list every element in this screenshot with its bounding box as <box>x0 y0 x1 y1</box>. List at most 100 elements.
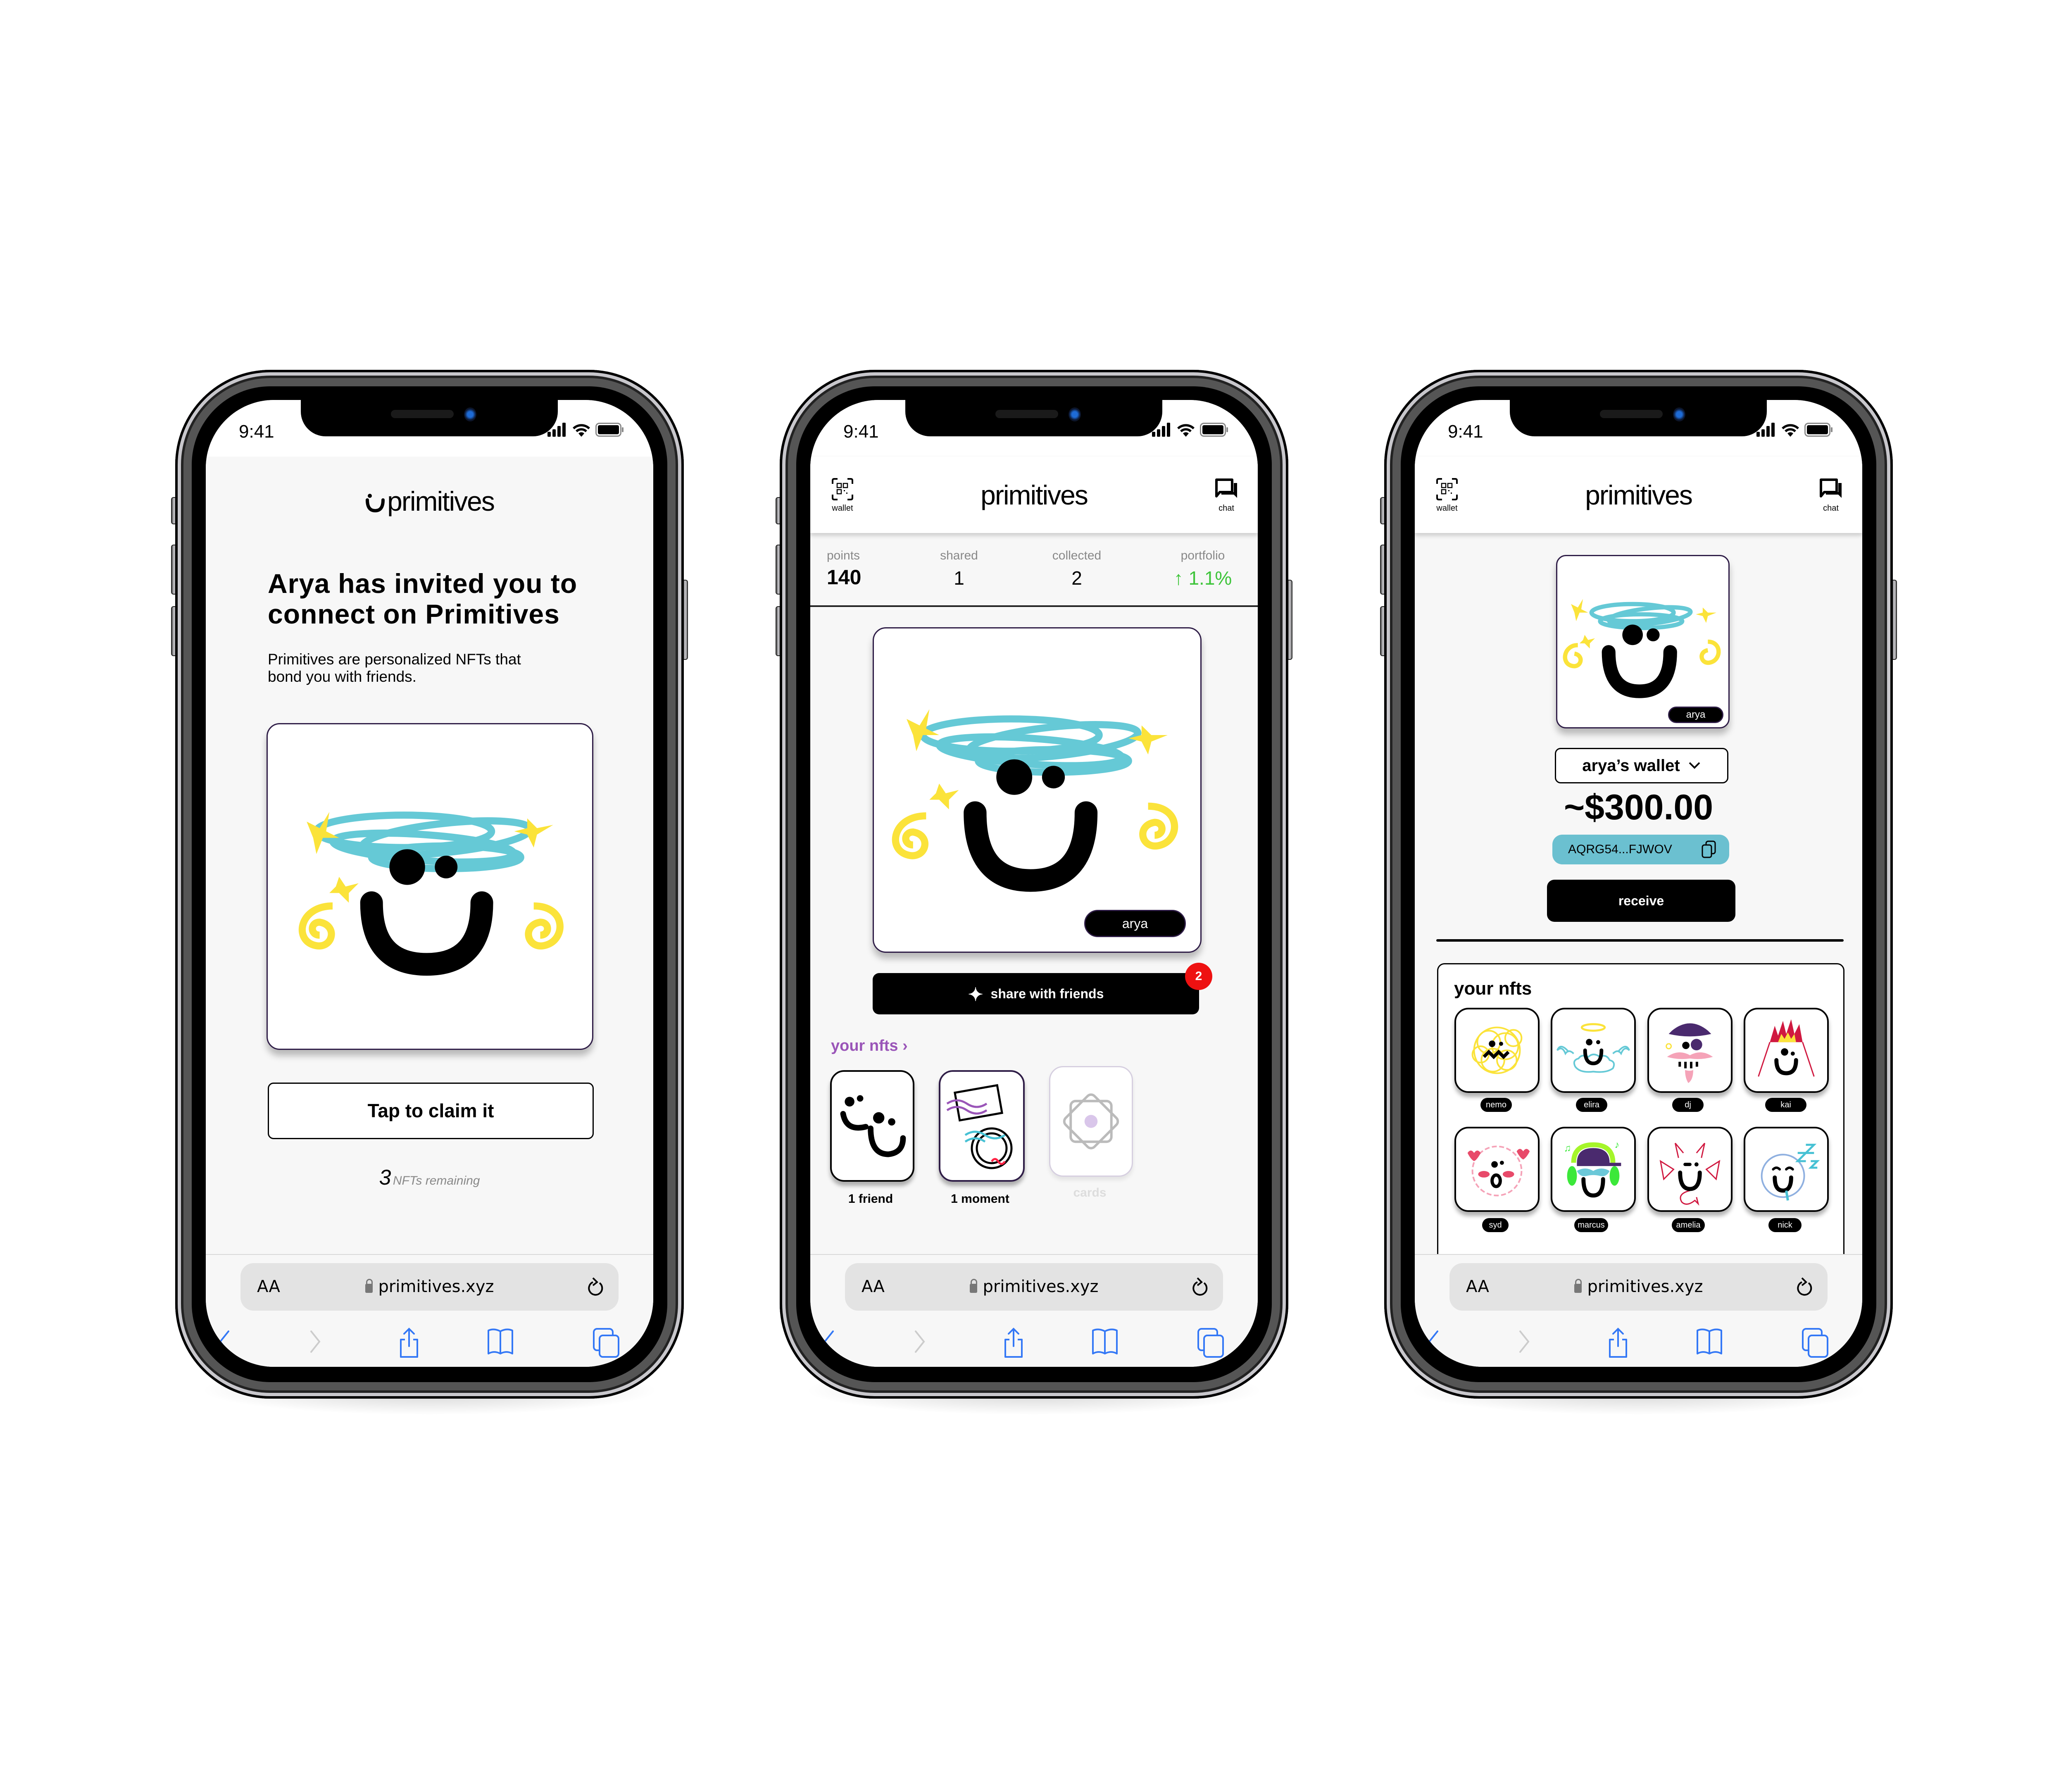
nft-thumb-amelia[interactable] <box>1647 1127 1733 1212</box>
nav-toolbar <box>810 1327 1258 1360</box>
wallet-selector[interactable]: arya’s wallet <box>1555 748 1728 783</box>
mouth <box>360 891 493 976</box>
sparkle-icon: ✦ <box>968 985 983 1005</box>
chat-button[interactable]: chat <box>1814 477 1847 513</box>
nft-thumb-marcus[interactable]: ♫ ♪ <box>1551 1127 1636 1212</box>
url-field[interactable]: primitives.xyz <box>240 1277 619 1296</box>
share-icon[interactable] <box>1001 1327 1026 1359</box>
nft-thumb-syd[interactable] <box>1454 1127 1540 1212</box>
reload-icon[interactable] <box>585 1276 605 1299</box>
dj-art <box>1666 1023 1713 1083</box>
chat-icon <box>1215 478 1237 498</box>
nft-thumb-nick[interactable] <box>1744 1127 1829 1212</box>
tabs-icon[interactable] <box>592 1327 621 1359</box>
nft-label-marcus: marcus <box>1574 1218 1608 1232</box>
app-header: wallet primitives chat <box>1415 457 1862 533</box>
status-bar: 9:41 <box>1415 400 1862 457</box>
battery-icon <box>1804 423 1833 437</box>
category-moment[interactable] <box>939 1070 1025 1182</box>
address-bar[interactable]: AA primitives.xyz <box>845 1263 1223 1311</box>
address-bar[interactable]: AA primitives.xyz <box>1449 1263 1828 1311</box>
wallet-page: arya arya’s wallet ~$300.00 AQRG54...FJW… <box>1415 457 1862 1254</box>
invite-heading: Arya has invited you to connect on Primi… <box>268 568 578 629</box>
camera <box>1069 407 1081 421</box>
phone-wallet: arya arya’s wallet ~$300.00 AQRG54...FJW… <box>1380 370 1897 1415</box>
nft-label-dj: dj <box>1672 1098 1704 1112</box>
lock-icon <box>365 1279 373 1293</box>
back-icon[interactable] <box>1425 1327 1442 1356</box>
mouth <box>964 801 1098 892</box>
reload-icon[interactable] <box>1794 1276 1814 1299</box>
forward-icon[interactable] <box>307 1327 324 1356</box>
nft-card[interactable] <box>267 723 593 1050</box>
share-with-friends-button[interactable]: ✦ share with friends <box>873 973 1199 1014</box>
bookmarks-icon[interactable] <box>1091 1327 1119 1356</box>
nft-thumb-kai[interactable] <box>1744 1008 1829 1093</box>
your-nfts-title: your nfts <box>1454 978 1532 999</box>
back-icon[interactable] <box>216 1327 233 1356</box>
receive-button[interactable]: receive <box>1547 880 1735 922</box>
nft-label-amelia: amelia <box>1672 1218 1705 1232</box>
your-nfts-link[interactable]: your nfts › <box>831 1037 908 1055</box>
status-icons <box>547 421 624 438</box>
share-icon[interactable] <box>397 1327 421 1359</box>
category-friend[interactable] <box>830 1070 914 1182</box>
nav-toolbar <box>206 1327 653 1360</box>
dizzy-smile-art <box>1563 599 1721 698</box>
nft-thumb-elira[interactable] <box>1551 1008 1636 1093</box>
tabs-icon[interactable] <box>1801 1327 1830 1359</box>
two-smiles-art <box>840 1095 906 1157</box>
app-logo: primitives <box>981 480 1088 510</box>
profile-nft-card[interactable]: arya <box>1556 555 1730 728</box>
url-field[interactable]: primitives.xyz <box>1449 1277 1828 1296</box>
nft-thumb-nemo[interactable] <box>1454 1008 1540 1093</box>
status-icons <box>1152 421 1229 438</box>
camera <box>464 407 476 421</box>
eye-left <box>389 849 425 885</box>
stat-collected: collected 2 <box>1052 549 1102 589</box>
scribble-halo <box>919 715 1142 776</box>
spirals <box>892 802 1178 859</box>
copy-icon[interactable] <box>1701 840 1717 859</box>
nick-art <box>1761 1144 1820 1201</box>
url-field[interactable]: primitives.xyz <box>845 1277 1223 1296</box>
notch <box>1510 400 1767 436</box>
forward-icon[interactable] <box>912 1327 928 1356</box>
svg-text:♫: ♫ <box>1564 1142 1571 1154</box>
stat-shared: shared 1 <box>940 549 978 589</box>
wifi-icon <box>573 424 590 437</box>
cards-art <box>1063 1093 1119 1149</box>
dizzy-smile-art <box>298 812 564 976</box>
nft-card[interactable]: arya <box>873 627 1202 953</box>
chevron-down-icon <box>1689 762 1700 769</box>
share-icon[interactable] <box>1606 1327 1630 1359</box>
home-page: points 140 shared 1 collected 2 portfoli… <box>810 457 1258 1254</box>
address-bar[interactable]: AA primitives.xyz <box>240 1263 619 1311</box>
category-moment-label: 1 moment <box>951 1192 1009 1206</box>
category-friend-label: 1 friend <box>848 1192 893 1206</box>
elira-art <box>1556 1023 1630 1073</box>
back-icon[interactable] <box>821 1327 837 1356</box>
claim-button[interactable]: Tap to claim it <box>268 1083 594 1139</box>
battery-icon <box>1200 423 1228 437</box>
category-cards[interactable] <box>1049 1066 1133 1177</box>
status-time: 9:41 <box>843 421 879 442</box>
chat-icon <box>1820 478 1842 498</box>
chat-button[interactable]: chat <box>1210 477 1243 513</box>
reload-icon[interactable] <box>1190 1276 1210 1299</box>
tabs-icon[interactable] <box>1197 1327 1226 1359</box>
safari-toolbar: AA primitives.xyz <box>1415 1254 1862 1367</box>
smile-logo-icon <box>366 494 385 513</box>
phone-home: points 140 shared 1 collected 2 portfoli… <box>776 370 1292 1415</box>
lock-icon <box>1574 1279 1582 1293</box>
nfts-remaining: 3 NFTs remaining <box>379 1166 480 1190</box>
nft-thumb-dj[interactable] <box>1647 1008 1733 1093</box>
card-owner-pill: arya <box>1668 707 1723 723</box>
bookmarks-icon[interactable] <box>1696 1327 1723 1356</box>
wallet-address-pill[interactable]: AQRG54...FJWOV <box>1552 835 1729 864</box>
svg-text:♪: ♪ <box>1614 1140 1619 1151</box>
forward-icon[interactable] <box>1516 1327 1533 1356</box>
battery-icon <box>595 423 624 437</box>
bookmarks-icon[interactable] <box>487 1327 514 1356</box>
camera <box>1673 407 1685 421</box>
